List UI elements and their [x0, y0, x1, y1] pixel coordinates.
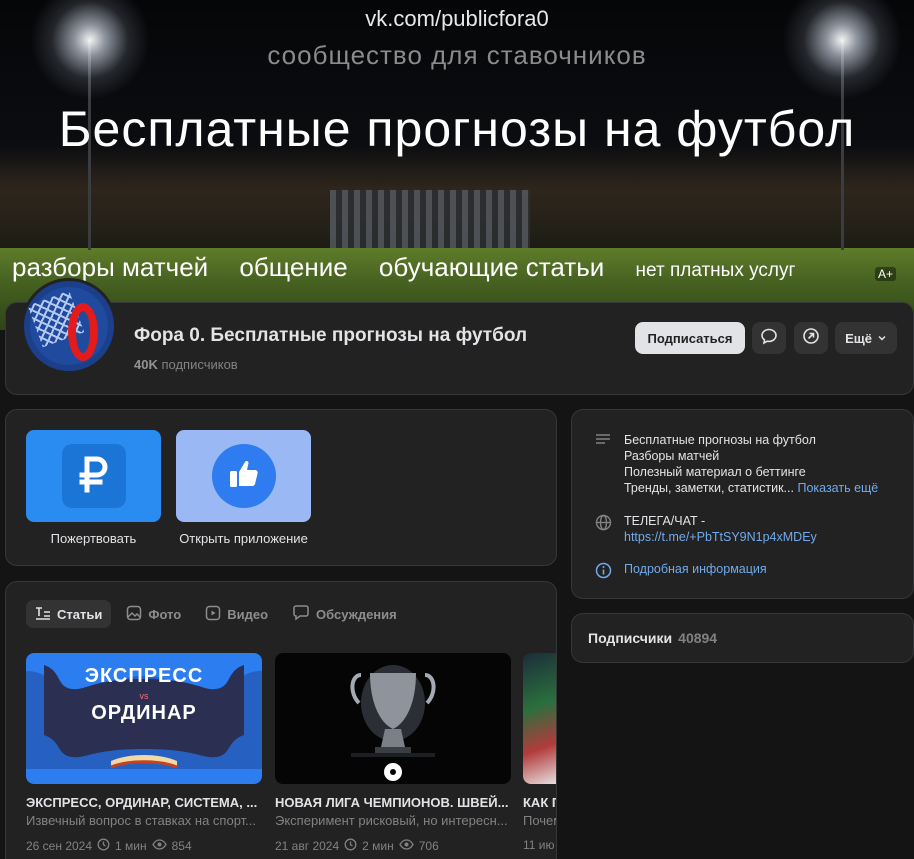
clock-icon [97, 838, 110, 854]
tab-articles-label: Статьи [57, 606, 103, 622]
community-page: vk.com/publicfora0 сообщество для ставоч… [0, 0, 914, 859]
ruble-icon [76, 454, 112, 499]
post-title[interactable]: НОВАЯ ЛИГА ЧЕМПИОНОВ. ШВЕЙ... [275, 795, 511, 810]
thumbs-up-icon [225, 455, 263, 498]
post-meta: 11 ию [523, 838, 556, 852]
globe-icon [594, 513, 612, 545]
donate-app-tile[interactable] [26, 430, 161, 522]
description-row: Бесплатные прогнозы на футбол Разборы ма… [594, 432, 878, 496]
cover-badge[interactable]: A+ [874, 267, 896, 281]
cover-url: vk.com/publicfora0 [365, 6, 549, 31]
donate-app-label[interactable]: Пожертвовать [26, 531, 161, 546]
post-meta: 26 сен 2024 1 мин 854 [26, 838, 262, 854]
description-icon [594, 432, 612, 496]
post-read-time: 2 мин [362, 839, 394, 853]
post-title[interactable]: КАК П [523, 795, 556, 810]
open-app-icon-box [211, 444, 276, 508]
description-last: Тренды, заметки, статистик... [624, 481, 794, 495]
show-more-link[interactable]: Показать ещё [797, 481, 878, 495]
tab-discussions[interactable]: Обсуждения [283, 600, 406, 628]
post-thumbnail[interactable] [275, 653, 511, 784]
cover-building [330, 190, 530, 252]
cover-feature: нет платных услуг [635, 260, 796, 281]
info-card: Бесплатные прогнозы на футбол Разборы ма… [571, 409, 914, 599]
cover-feature: разборы матчей [12, 252, 209, 282]
apps-card: Пожертвовать Открыть приложение [5, 409, 557, 566]
more-button[interactable]: Ещё [835, 322, 897, 354]
content-tabs: Статьи Фото Видео Обсуждения [26, 600, 406, 628]
group-name: Фора 0. Бесплатные прогнозы на футбол [134, 325, 528, 346]
photo-icon [126, 605, 142, 624]
website-label: ТЕЛЕГА/ЧАТ - [624, 514, 706, 528]
post-subtitle: Извечный вопрос в ставках на спорт... [26, 813, 256, 828]
subscribe-button[interactable]: Подписаться [635, 322, 745, 354]
post-date: 26 сен 2024 [26, 839, 93, 853]
subscribers-label: подписчиков [161, 357, 238, 372]
eye-icon [398, 839, 414, 853]
subscribers-heading: Подписчики 40894 [588, 630, 717, 646]
tab-videos[interactable]: Видео [196, 600, 277, 628]
subscribers-summary[interactable]: 40K подписчиков [134, 357, 238, 372]
more-label: Ещё [845, 330, 872, 346]
post-date: 21 авг 2024 [275, 839, 340, 853]
website-link[interactable]: https://t.me/+PbTtSY9N1p4xMDEy [624, 529, 817, 545]
message-button[interactable] [752, 322, 786, 354]
details-link[interactable]: Подробная информация [624, 561, 767, 579]
post-subtitle: Эксперимент рисковый, но интересн... [275, 813, 508, 828]
tab-photos[interactable]: Фото [117, 600, 190, 628]
tab-articles[interactable]: Статьи [26, 600, 112, 628]
cover-headline: Бесплатные прогнозы на футбол [58, 101, 856, 157]
description-line: Полезный материал о беттинге [624, 465, 806, 479]
info-circle-icon [594, 561, 612, 579]
description-line: Тренды, заметки, статистик... Показать е… [624, 480, 878, 496]
donate-app-icon-box [61, 444, 126, 508]
post-views: 706 [418, 839, 439, 853]
post-subtitle: Почем [523, 813, 556, 828]
cover-feature: общение [239, 252, 348, 282]
subscribers-count: 40K [134, 357, 158, 372]
post-thumbnail[interactable] [523, 653, 556, 784]
eye-icon [151, 839, 167, 853]
description-text: Бесплатные прогнозы на футбол Разборы ма… [624, 432, 878, 496]
tab-videos-label: Видео [227, 606, 269, 622]
subscribers-card[interactable]: Подписчики 40894 [571, 613, 914, 663]
champions-league-trophy-image [350, 665, 436, 781]
post-title[interactable]: ЭКСПРЕСС, ОРДИНАР, СИСТЕМА, ... [26, 795, 262, 810]
tab-photos-label: Фото [148, 606, 182, 622]
post-meta: 21 авг 2024 2 мин 706 [275, 838, 511, 854]
cover-feature: обучающие статьи [378, 252, 605, 282]
cover-tagline: сообщество для ставочников [267, 40, 647, 70]
post-read-time: 1 мин [115, 839, 147, 853]
avatar[interactable] [21, 278, 117, 374]
articles-card: Статьи Фото Видео Обсуждения ЭКСПРЕСС vs… [5, 581, 557, 859]
cover-title-express: ЭКСПРЕСС [84, 665, 204, 687]
zero-logo-icon [68, 303, 98, 361]
website-row: ТЕЛЕГА/ЧАТ - https://t.me/+PbTtSY9N1p4xM… [594, 513, 817, 545]
open-app-label[interactable]: Открыть приложение [176, 531, 311, 546]
post-date: 11 ию [523, 838, 555, 852]
chat-bubble-icon [760, 327, 778, 350]
open-app-tile[interactable] [176, 430, 311, 522]
description-line: Разборы матчей [624, 449, 720, 463]
discussions-icon [292, 604, 310, 624]
details-row[interactable]: Подробная информация [594, 561, 767, 579]
chevron-down-icon [877, 331, 887, 346]
video-icon [205, 605, 221, 624]
post-views: 854 [171, 839, 192, 853]
tab-discussions-label: Обсуждения [316, 606, 397, 622]
clock-icon [344, 838, 357, 854]
cover-vs: vs [139, 691, 149, 701]
share-arrow-icon [802, 327, 820, 350]
cover-image[interactable]: vk.com/publicfora0 сообщество для ставоч… [0, 0, 914, 330]
cover-title-ordinar: ОРДИНАР [91, 702, 197, 724]
articles-icon [35, 606, 51, 623]
post-thumbnail[interactable]: ЭКСПРЕСС vs ОРДИНАР [26, 653, 262, 784]
share-button[interactable] [794, 322, 828, 354]
subscribers-heading-count: 40894 [678, 630, 718, 646]
subscribers-heading-label: Подписчики [588, 630, 673, 646]
cover-features: разборы матчей общение обучающие статьи … [12, 252, 912, 283]
website-text: ТЕЛЕГА/ЧАТ - https://t.me/+PbTtSY9N1p4xM… [624, 513, 817, 545]
description-line: Бесплатные прогнозы на футбол [624, 433, 816, 447]
